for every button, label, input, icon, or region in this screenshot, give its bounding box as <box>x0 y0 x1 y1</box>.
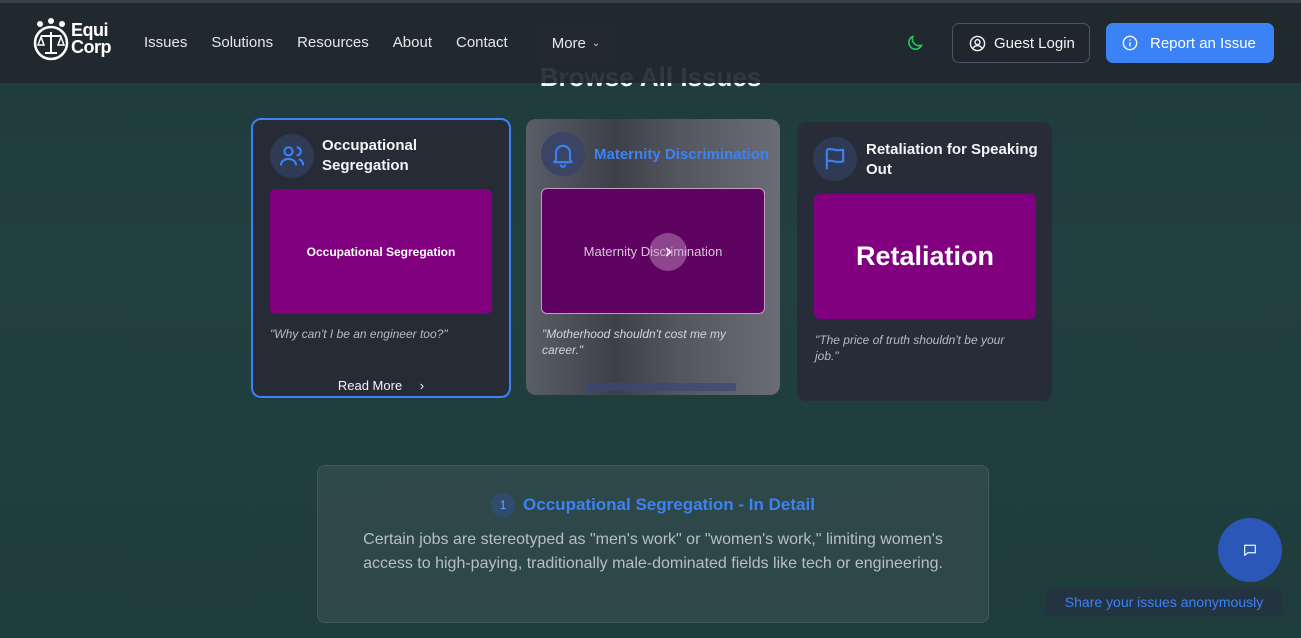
chevron-right-icon <box>665 247 672 257</box>
scales-logo-icon <box>33 18 69 61</box>
nav-link-resources[interactable]: Resources <box>297 34 369 51</box>
card-title: Retaliation for Speaking Out <box>866 141 1038 178</box>
number-badge: 1 <box>491 493 516 517</box>
card-title: Maternity Discrimination <box>594 146 770 163</box>
chat-tooltip: Share your issues anonymously <box>1046 588 1282 616</box>
chat-bubble-icon <box>1244 544 1256 556</box>
user-circle-icon <box>969 35 986 51</box>
flag-icon <box>813 137 857 181</box>
more-dropdown-button[interactable]: More ⌄ <box>537 23 615 63</box>
nav-links: Issues Solutions Resources About Contact <box>144 34 532 51</box>
nav-link-contact[interactable]: Contact <box>456 34 508 51</box>
brand-logo[interactable]: Equi Corp <box>31 17 115 65</box>
card-quote: "Why can't I be an engineer too?" <box>270 327 448 341</box>
detail-title: Occupational Segregation - In Detail <box>523 495 815 514</box>
chat-button[interactable] <box>1218 518 1282 582</box>
issue-card-maternity-discrimination[interactable]: Maternity Discrimination Maternity Discr… <box>526 119 780 395</box>
navbar: Equi Corp Issues Solutions Resources Abo… <box>0 3 1301 83</box>
card-quote: "The price of truth shouldn't be your jo… <box>815 333 1005 363</box>
moon-icon[interactable] <box>905 33 925 53</box>
bell-icon <box>541 132 585 176</box>
brand-name: Equi Corp <box>71 20 112 57</box>
info-icon <box>1122 35 1138 51</box>
guest-login-button[interactable]: Guest Login <box>952 23 1090 63</box>
read-more-link[interactable]: Read More › <box>253 378 509 393</box>
carousel-next-button[interactable] <box>649 233 687 271</box>
card-title: Occupational Segregation <box>322 137 418 174</box>
detail-header: 1 Occupational Segregation - In Detail <box>318 493 988 517</box>
users-icon <box>270 134 314 178</box>
nav-link-issues[interactable]: Issues <box>144 34 187 51</box>
chevron-right-icon: › <box>419 378 425 393</box>
card-image: Occupational Segregation <box>270 189 492 314</box>
issue-card-retaliation[interactable]: Retaliation for Speaking Out Retaliation… <box>797 122 1052 401</box>
detail-description: Certain jobs are stereotyped as "men's w… <box>363 531 943 572</box>
card-footer-bar <box>586 383 736 391</box>
chevron-down-icon: ⌄ <box>591 37 601 49</box>
report-issue-button[interactable]: Report an Issue <box>1106 23 1274 63</box>
card-quote: "Motherhood shouldn't cost me my career.… <box>542 327 726 357</box>
card-image: Retaliation <box>814 194 1036 319</box>
nav-link-solutions[interactable]: Solutions <box>211 34 273 51</box>
issue-card-occupational-segregation[interactable]: Occupational Segregation Occupational Se… <box>251 118 511 398</box>
issue-detail-panel: 1 Occupational Segregation - In Detail C… <box>317 465 989 623</box>
nav-link-about[interactable]: About <box>393 34 432 51</box>
card-image: Maternity Discrimination <box>541 188 765 314</box>
